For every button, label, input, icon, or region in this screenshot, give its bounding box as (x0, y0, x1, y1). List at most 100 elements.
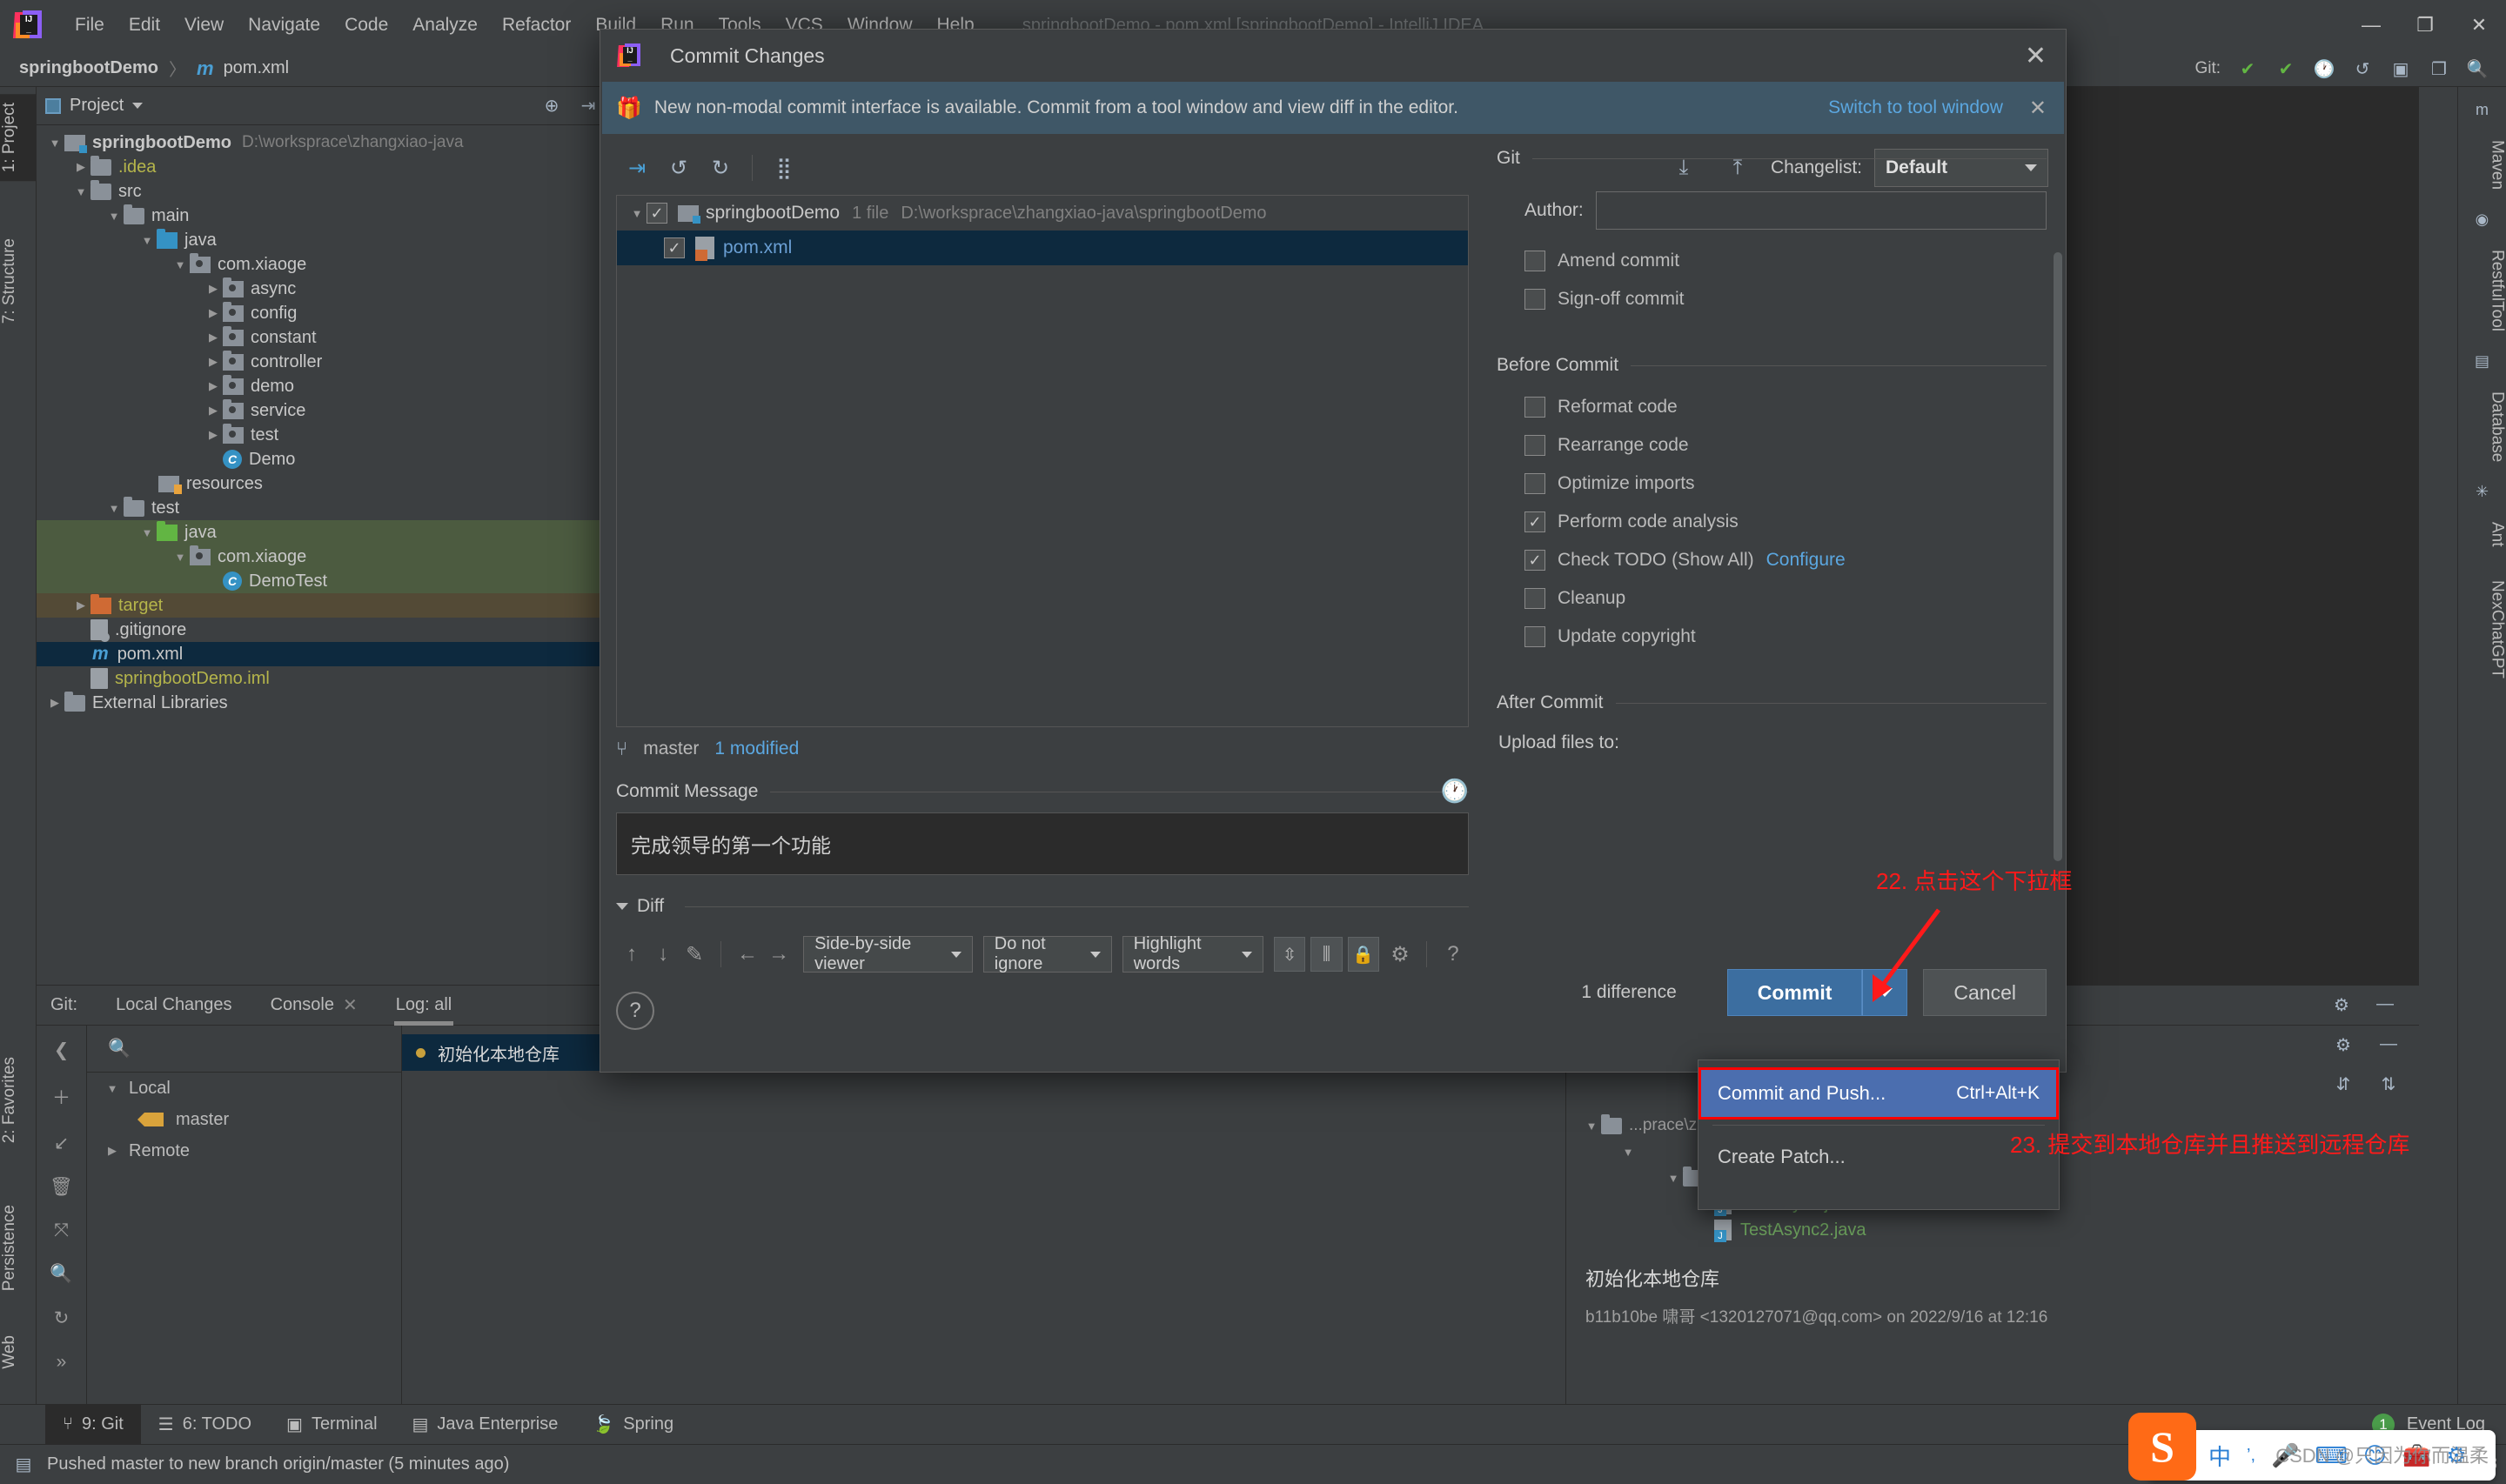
expand-arrow-icon[interactable]: ▶ (204, 282, 223, 296)
gear-icon[interactable]: ⚙ (2332, 1034, 2355, 1056)
tree-row-com-xiaoge-test[interactable]: ▼ com.xiaoge (37, 545, 645, 569)
expand-arrow-icon[interactable]: ▶ (204, 379, 223, 393)
menu-item-commit-and-push[interactable]: Commit and Push... Ctrl+Alt+K (1699, 1067, 2059, 1120)
menu-edit[interactable]: Edit (117, 10, 172, 41)
tab-log-all[interactable]: Log: all (377, 986, 472, 1026)
search-icon[interactable]: 🔍 (2466, 58, 2489, 80)
check-todo-row[interactable]: Check TODO (Show All) Configure (1497, 541, 2047, 579)
menu-refactor[interactable]: Refactor (490, 10, 583, 41)
expand-arrow-icon[interactable]: ▼ (45, 137, 64, 150)
menu-view[interactable]: View (172, 10, 236, 41)
tree-row-iml[interactable]: springbootDemo.iml (37, 666, 645, 691)
check-green-icon[interactable]: ✔ (2236, 58, 2259, 80)
branch-group-local[interactable]: ▼ Local (87, 1073, 401, 1104)
check-todo-checkbox[interactable] (1524, 550, 1545, 571)
expand-arrow-icon[interactable]: ▼ (627, 207, 647, 220)
expand-arrow-icon[interactable]: ▶ (204, 428, 223, 442)
tree-row-external-libraries[interactable]: ▶ External Libraries (37, 691, 645, 715)
sidebar-item-restfultool[interactable]: RestfulTool (2458, 237, 2506, 344)
context-help-icon[interactable]: ? (616, 992, 654, 1030)
update-copyright-row[interactable]: Update copyright (1497, 618, 2047, 656)
checkout-icon[interactable]: ↙ (54, 1133, 70, 1154)
changes-row-module[interactable]: ▼ springbootDemo 1 file D:\worksprace\zh… (617, 196, 1468, 231)
tree-row-src[interactable]: ▼ src (37, 179, 645, 204)
tab-terminal[interactable]: ▣ Terminal (269, 1405, 394, 1445)
check-green2-icon[interactable]: ✔ (2275, 58, 2297, 80)
banner-close-icon[interactable]: ✕ (2029, 96, 2047, 121)
menu-file[interactable]: File (63, 10, 117, 41)
revert-icon[interactable]: ↺ (658, 148, 700, 188)
sidebar-item-nexchatgpt[interactable]: NexChatGPT (2458, 568, 2506, 691)
sogou-logo-icon[interactable]: S (2128, 1413, 2196, 1481)
group-by-icon[interactable]: ⣿ (763, 148, 805, 188)
amend-commit-row[interactable]: Amend commit (1497, 242, 2047, 280)
reformat-code-row[interactable]: Reformat code (1497, 388, 2047, 426)
collapse-unchanged-icon[interactable]: ⇳ (1274, 937, 1305, 972)
rearrange-code-checkbox[interactable] (1524, 435, 1545, 456)
tree-row-gitignore[interactable]: .gitignore (37, 618, 645, 642)
sidebar-item-maven[interactable]: Maven (2458, 128, 2506, 202)
menu-analyze[interactable]: Analyze (400, 10, 490, 41)
clock-icon[interactable]: 🕐 (1441, 778, 1469, 805)
changes-checkbox[interactable] (647, 203, 667, 224)
tree-row-constant[interactable]: ▶ constant (37, 325, 645, 350)
sidebar-item-database[interactable]: Database (2458, 379, 2506, 474)
gear-icon[interactable]: ⚙ (1384, 937, 1416, 972)
tree-row-service[interactable]: ▶ service (37, 398, 645, 423)
ime-punctuation-toggle[interactable]: ’, (2247, 1446, 2255, 1466)
tab-todo[interactable]: ☰ 6: TODO (141, 1405, 269, 1445)
expand-arrow-icon[interactable]: ▶ (45, 696, 64, 710)
tree-row-pom-xml[interactable]: m pom.xml (37, 642, 645, 666)
expand-arrow-icon[interactable]: ▼ (137, 234, 157, 247)
tree-row-async[interactable]: ▶ async (37, 277, 645, 301)
sidebar-item-favorites[interactable]: 2: Favorites (0, 1048, 37, 1152)
collapse-all-icon[interactable]: ⇅ (2377, 1073, 2400, 1095)
configure-todo-link[interactable]: Configure (1766, 550, 1846, 571)
tools-icon[interactable]: 🧰 (2402, 1442, 2430, 1469)
expand-arrow-icon[interactable]: ▼ (104, 210, 124, 223)
optimize-imports-checkbox[interactable] (1524, 473, 1545, 494)
pencil-icon[interactable]: ✎ (679, 937, 710, 972)
expand-arrow-icon[interactable]: ▼ (1618, 1146, 1638, 1159)
sidebar-item-ant[interactable]: Ant (2458, 510, 2506, 559)
tree-row-java-test[interactable]: ▼ java (37, 520, 645, 545)
tree-row-test-pkg[interactable]: ▶ test (37, 423, 645, 447)
next-difference-icon[interactable]: ↓ (647, 937, 679, 972)
close-button[interactable]: ✕ (2452, 0, 2506, 50)
sidebar-item-web[interactable]: Web (0, 1327, 37, 1378)
history-icon[interactable]: 🕐 (2313, 58, 2335, 80)
align-columns-icon[interactable]: ⫼ (1310, 937, 1342, 972)
tree-row-demo[interactable]: ▶ demo (37, 374, 645, 398)
branch-item-master[interactable]: master (87, 1104, 401, 1135)
changes-row-file[interactable]: pom.xml (617, 231, 1468, 265)
rearrange-code-row[interactable]: Rearrange code (1497, 426, 2047, 465)
tree-row-controller[interactable]: ▶ controller (37, 350, 645, 374)
tree-row-java-main[interactable]: ▼ java (37, 228, 645, 252)
scrollbar-thumb[interactable] (2054, 252, 2062, 861)
tab-java-enterprise[interactable]: ▤ Java Enterprise (395, 1405, 576, 1445)
expand-arrow-icon[interactable]: ▼ (171, 551, 190, 564)
expand-arrow-icon[interactable]: ▶ (204, 404, 223, 418)
refresh-icon[interactable]: ↻ (54, 1307, 70, 1329)
dialog-scrollbar[interactable] (2052, 252, 2064, 924)
minimize-button[interactable]: — (2344, 0, 2398, 50)
branch-group-remote[interactable]: ▶ Remote (87, 1135, 401, 1166)
highlight-mode-select[interactable]: Highlight words (1122, 936, 1263, 973)
expand-arrow-icon[interactable]: ▶ (71, 598, 90, 612)
tree-row-config[interactable]: ▶ config (37, 301, 645, 325)
expand-all-icon[interactable]: ⇵ (2332, 1073, 2355, 1095)
tab-git[interactable]: ⑂ 9: Git (45, 1405, 141, 1445)
signoff-commit-checkbox[interactable] (1524, 289, 1545, 310)
tree-row-main[interactable]: ▼ main (37, 204, 645, 228)
branch-search[interactable]: 🔍 (87, 1026, 401, 1073)
settings-icon[interactable]: ⚙ (2446, 1442, 2466, 1469)
signoff-commit-row[interactable]: Sign-off commit (1497, 280, 2047, 318)
author-input[interactable] (1596, 191, 2047, 230)
move-to-changelist-icon[interactable]: ⇥ (616, 148, 658, 188)
menu-item-create-patch[interactable]: Create Patch... (1699, 1131, 2059, 1183)
commit-message-input[interactable]: 完成领导的第一个功能 (616, 812, 1469, 875)
apply-right-icon[interactable]: → (763, 937, 794, 972)
tree-row-target[interactable]: ▶ target (37, 593, 645, 618)
expand-arrow-icon[interactable]: ▼ (103, 1082, 122, 1095)
keyboard-icon[interactable]: ⌨ (2315, 1442, 2348, 1469)
